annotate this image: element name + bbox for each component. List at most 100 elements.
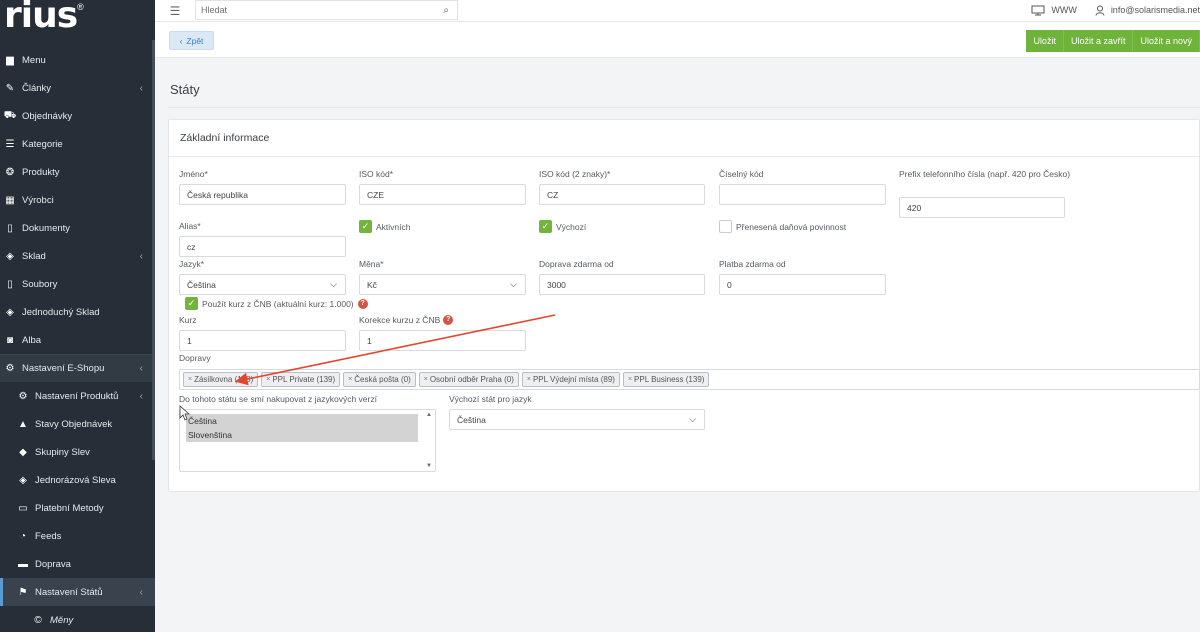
default-country-for-language-select[interactable]: Čeština ⌵	[449, 409, 705, 430]
sidebar-item-label: Výrobci	[22, 194, 54, 206]
topbar: ☰ Hledat ⌕ WWW info@solarismedia.net	[155, 0, 1200, 22]
active-checkbox[interactable]: ✓ Aktivních	[359, 220, 411, 233]
default-checkbox[interactable]: ✓ Výchozí	[539, 220, 586, 233]
gear-icon: ⚙	[18, 390, 28, 402]
chevron-left-icon[interactable]: ‹	[140, 83, 143, 94]
chevron-left-icon[interactable]: ‹	[140, 391, 143, 402]
chevron-left-icon[interactable]: ‹	[140, 587, 143, 598]
chevron-left-icon[interactable]: ‹	[140, 251, 143, 262]
language-select[interactable]: Čeština ⌵	[179, 274, 346, 295]
currency-icon: ©	[34, 614, 42, 626]
shipping-tag-label: PPL Business (139)	[634, 375, 705, 384]
sidebar-item[interactable]: ▆ Menu	[0, 46, 155, 74]
sidebar-item[interactable]: ▯ Soubory	[0, 270, 155, 298]
gears-icon: ⚙	[5, 363, 15, 374]
sidebar-item[interactable]: ✎ Články ‹	[0, 74, 155, 102]
boxes-icon: ◈	[6, 306, 14, 318]
sidebar-item[interactable]: © Měny	[0, 606, 155, 632]
folder-icon: ▆	[6, 54, 14, 66]
sidebar-item[interactable]: ❂ Produkty	[0, 158, 155, 186]
sidebar-item[interactable]: ▯ Dokumenty	[0, 214, 155, 242]
reverse-tax-checkbox[interactable]: Přenesená daňová povinnost	[719, 220, 846, 233]
sidebar-item[interactable]: ◔ Feeds	[0, 522, 155, 550]
shipping-tag[interactable]: × Zásilkovna (198)	[183, 372, 259, 387]
shipping-tag-input[interactable]: × Zásilkovna (198) × PPL Private (139) × Česk…	[179, 369, 1200, 390]
remove-tag-icon[interactable]: ×	[266, 376, 270, 383]
save-button-group: Uložit Uložit a zavřít Uložit a nový	[1026, 30, 1200, 52]
iso2-code-input[interactable]: CZ	[539, 184, 705, 205]
sidebar-item[interactable]: ▦ Výrobci	[0, 186, 155, 214]
sidebar-item[interactable]: ◆ Skupiny Slev	[0, 438, 155, 466]
iso-code-input[interactable]: CZE	[359, 184, 526, 205]
sidebar-item-label: Alba	[22, 334, 42, 346]
shipping-tag[interactable]: × PPL Business (139)	[622, 372, 710, 387]
shipping-tag[interactable]: × Česká pošta (0)	[343, 372, 416, 387]
cnb-rate-checkbox[interactable]: ✓ Použít kurz z ČNB (aktuální kurz: 1.00…	[185, 297, 368, 310]
search-input[interactable]: Hledat ⌕	[195, 0, 458, 20]
sidebar-scrollbar[interactable]	[152, 40, 155, 460]
back-button[interactable]: ‹ Zpět	[169, 31, 214, 50]
boxes-icon: ◈	[6, 250, 14, 262]
sidebar-menu: ▆ Menu ✎ Články ‹ ⛟ Objednávky ☰ Kategorie ❂ Produ…	[0, 46, 155, 632]
reverse-tax-checkbox-label: Přenesená daňová povinnost	[736, 221, 847, 232]
sidebar-item[interactable]: ◈ Jednoduchý Sklad	[0, 298, 155, 326]
free-payment-input[interactable]: 0	[719, 274, 886, 295]
sidebar-item[interactable]: ▬ Doprava	[0, 550, 155, 578]
sidebar-item[interactable]: ◙ Alba	[0, 326, 155, 354]
hamburger-menu-icon[interactable]: ☰	[155, 4, 195, 18]
language-label: Jazyk*	[179, 259, 205, 269]
cnb-rate-checkbox-label: Použít kurz z ČNB (aktuální kurz: 1.000)	[202, 298, 354, 309]
sidebar-item[interactable]: ⚑ Nastavení Států ‹	[0, 578, 155, 606]
chevron-down-icon: ⌵	[330, 279, 337, 289]
sidebar-item[interactable]: ⛟ Objednávky	[0, 102, 155, 130]
user-menu[interactable]: info@solarismedia.net	[1095, 5, 1200, 16]
sidebar-item[interactable]: ⚙ Nastavení Produktů ‹	[0, 382, 155, 410]
name-label: Jméno*	[179, 169, 208, 179]
allowed-languages-listbox[interactable]: Čeština Slovenština ▲ ▼	[179, 409, 436, 472]
remove-tag-icon[interactable]: ×	[188, 376, 192, 383]
save-button[interactable]: Uložit	[1026, 30, 1064, 52]
phone-prefix-input[interactable]: 420	[899, 197, 1065, 218]
sidebar-item-label: Doprava	[35, 558, 71, 570]
alias-label: Alias*	[179, 221, 201, 231]
shipping-tag[interactable]: × PPL Výdejní místa (89)	[521, 372, 620, 387]
sidebar-item[interactable]: ◈ Sklad ‹	[0, 242, 155, 270]
cart-icon: ⛟	[3, 109, 17, 121]
remove-tag-icon[interactable]: ×	[424, 376, 428, 383]
currency-select-value: Kč	[367, 279, 377, 290]
save-and-new-button[interactable]: Uložit a nový	[1133, 30, 1200, 52]
scroll-down-icon[interactable]: ▼	[426, 463, 432, 469]
logo[interactable]: rius ®	[0, 0, 155, 40]
scroll-up-icon[interactable]: ▲	[426, 412, 432, 418]
iso2-code-label: ISO kód (2 znaky)*	[539, 169, 611, 179]
help-icon[interactable]: ?	[443, 315, 454, 325]
sidebar-item[interactable]: ▭ Platební Metody	[0, 494, 155, 522]
document-icon: ▯	[7, 222, 13, 234]
free-shipping-input[interactable]: 3000	[539, 274, 705, 295]
currency-select[interactable]: Kč ⌵	[359, 274, 526, 295]
remove-tag-icon[interactable]: ×	[527, 376, 531, 383]
listbox-option[interactable]: Čeština	[186, 414, 418, 428]
rate-correction-input[interactable]: 1	[359, 330, 526, 351]
name-input[interactable]: Česká republika	[179, 184, 346, 205]
card-icon: ▭	[18, 502, 28, 514]
listbox-option[interactable]: Slovenština	[186, 428, 418, 442]
sidebar-item[interactable]: ⚙ Nastavení E-Shopu ‹	[0, 354, 155, 382]
rate-input[interactable]: 1	[179, 330, 346, 351]
default-checkbox-label: Výchozí	[556, 221, 587, 232]
help-icon[interactable]: ?	[357, 298, 368, 309]
search-icon[interactable]: ⌕	[443, 5, 449, 16]
chevron-left-icon[interactable]: ‹	[140, 363, 143, 374]
numeric-code-input[interactable]	[719, 184, 886, 205]
sidebar-item[interactable]: ▲ Stavy Objednávek	[0, 410, 155, 438]
alias-input[interactable]: cz	[179, 236, 346, 257]
shipping-tag[interactable]: × Osobní odběr Praha (0)	[418, 372, 519, 387]
shipping-tag[interactable]: × PPL Private (139)	[261, 372, 341, 387]
sidebar: rius ® ▆ Menu ✎ Články ‹ ⛟ Objednávky ☰ Kategori…	[0, 0, 155, 632]
www-link[interactable]: WWW	[1031, 5, 1077, 16]
remove-tag-icon[interactable]: ×	[628, 376, 632, 383]
remove-tag-icon[interactable]: ×	[348, 376, 352, 383]
save-and-close-button[interactable]: Uložit a zavřít	[1063, 30, 1134, 52]
sidebar-item[interactable]: ☰ Kategorie	[0, 130, 155, 158]
sidebar-item[interactable]: ◈ Jednorázová Sleva	[0, 466, 155, 494]
